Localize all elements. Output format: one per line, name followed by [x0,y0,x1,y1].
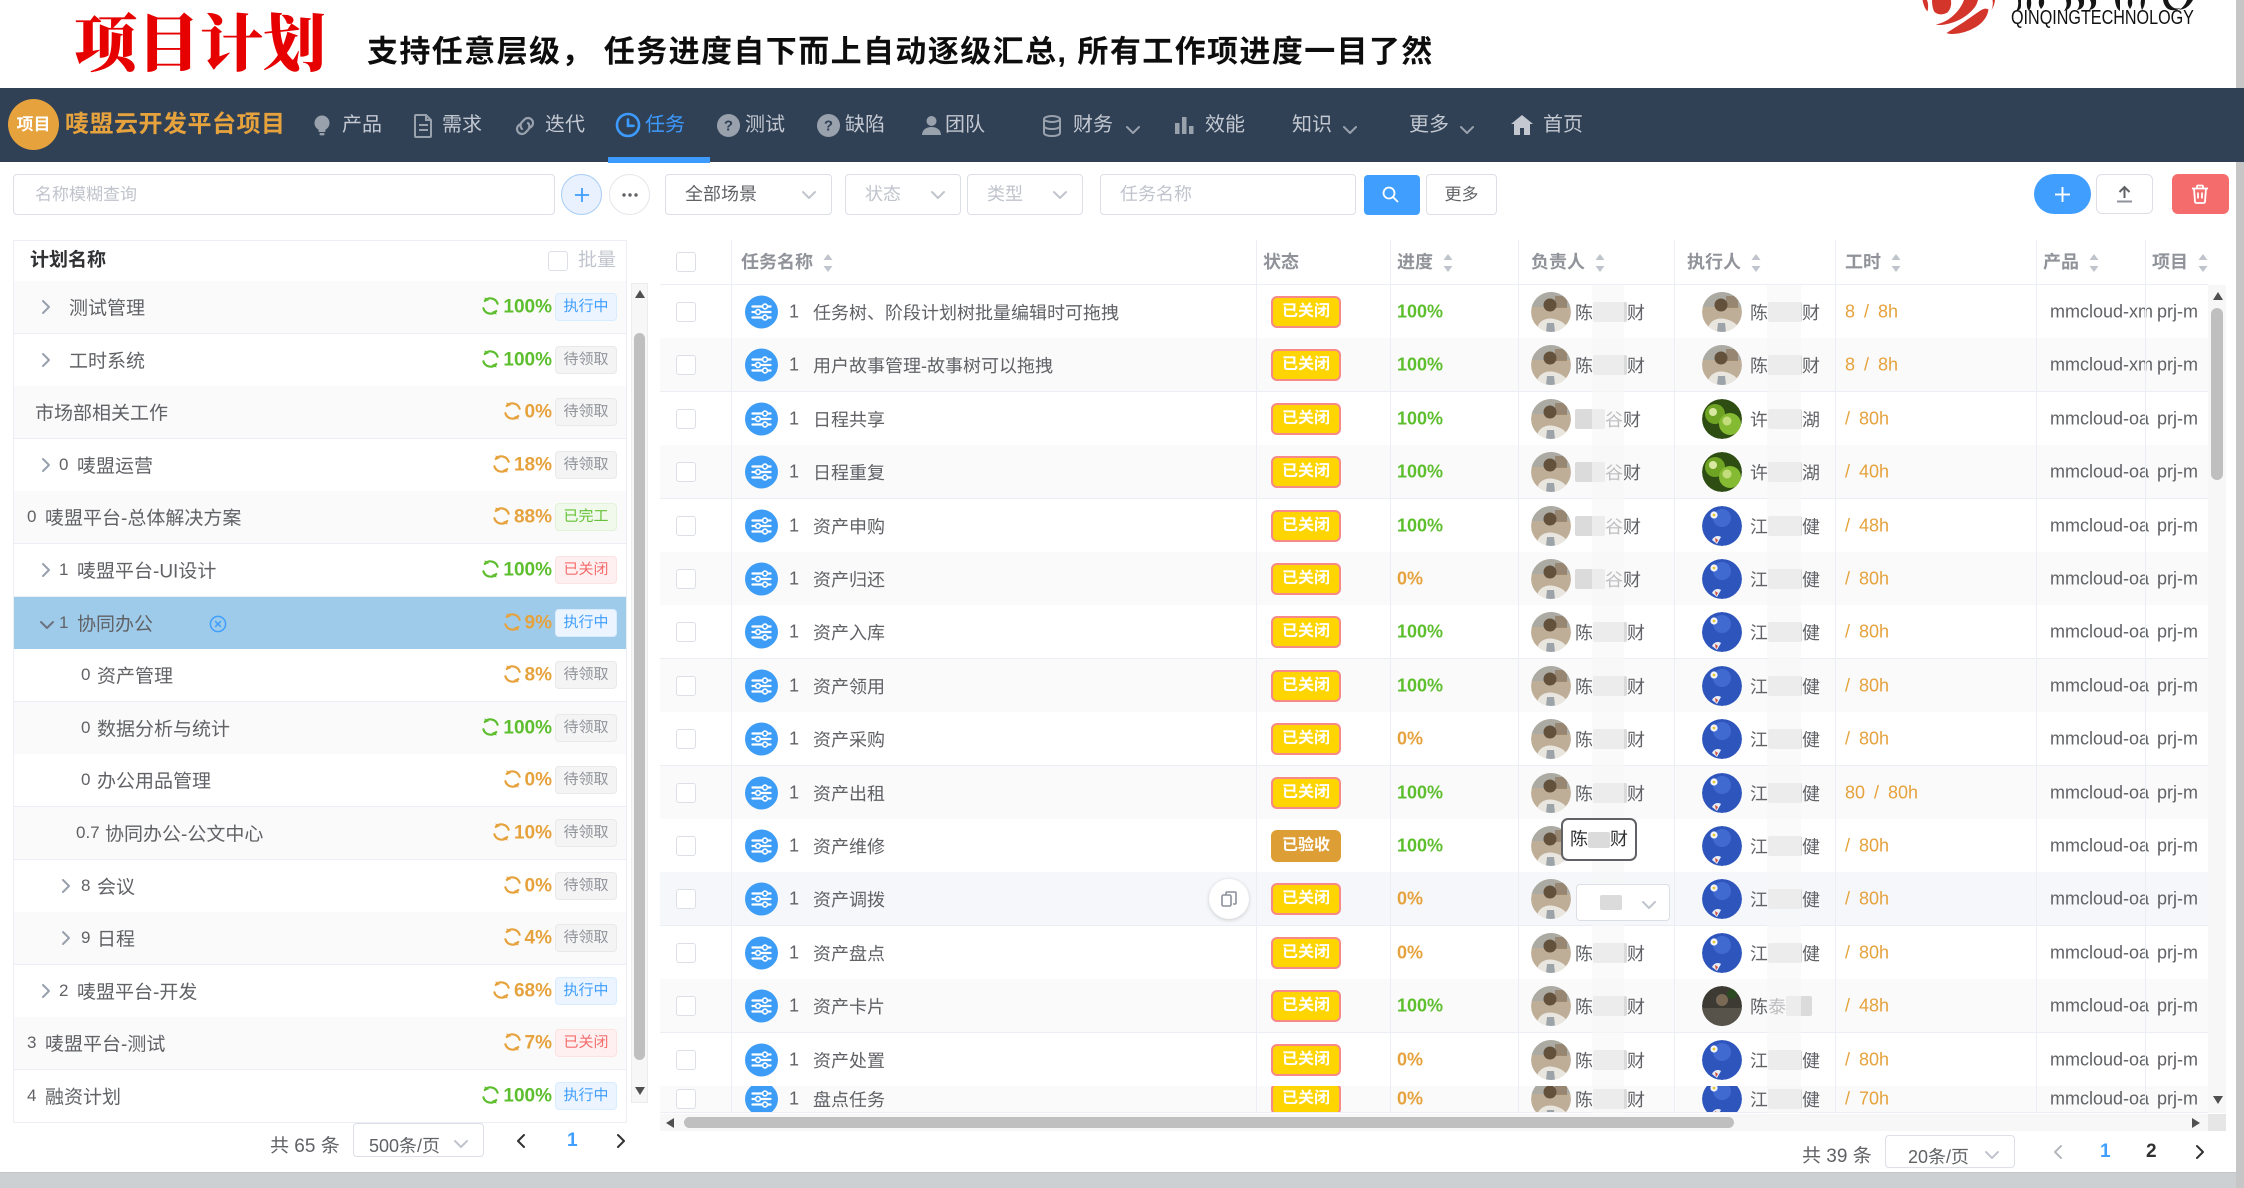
svg-text:?: ? [724,118,733,135]
svg-text:?: ? [824,118,833,135]
